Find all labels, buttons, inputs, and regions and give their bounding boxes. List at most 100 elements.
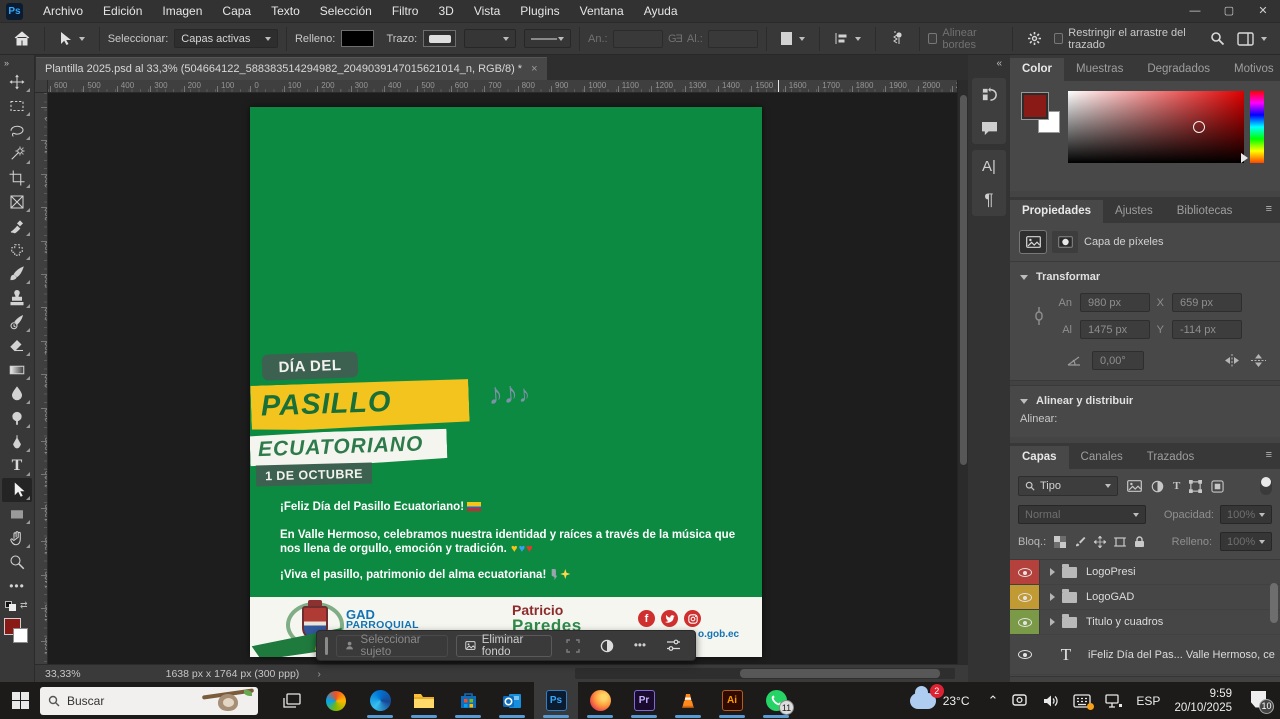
restringir-checkbox[interactable] (1054, 33, 1064, 44)
layer-row-text[interactable]: T iFeliz Día del Pas... Valle Hermoso, c… (1010, 635, 1280, 675)
tab-muestras[interactable]: Muestras (1064, 58, 1135, 81)
language-indicator[interactable]: ESP (1136, 694, 1160, 708)
minimize-button[interactable]: — (1178, 0, 1212, 22)
layer-row-titulo[interactable]: Titulo y cuadros (1010, 610, 1280, 635)
layer-row-logopresi[interactable]: LogoPresi (1010, 560, 1280, 585)
context-bar-drag-handle[interactable] (325, 637, 328, 655)
filter-smart-object-icon[interactable] (1211, 480, 1224, 493)
history-panel-icon[interactable] (979, 84, 999, 104)
visibility-toggle[interactable] (1010, 635, 1040, 674)
tab-bibliotecas[interactable]: Bibliotecas (1165, 200, 1245, 223)
eyedropper-tool[interactable] (2, 214, 32, 238)
contextual-task-bar[interactable]: Seleccionar sujeto Eliminar fondo ••• (316, 630, 696, 661)
properties-sliders-icon[interactable] (660, 633, 687, 659)
weather-widget[interactable]: 2 23°C (906, 693, 974, 709)
tab-propiedades[interactable]: Propiedades (1010, 200, 1103, 223)
gear-icon[interactable] (1021, 26, 1048, 52)
clock[interactable]: 9:59 20/10/2025 (1174, 687, 1232, 715)
outlook-icon[interactable] (490, 682, 534, 719)
more-options-icon[interactable]: ••• (628, 633, 652, 659)
color-picker-circle[interactable] (1193, 121, 1205, 133)
tab-canales[interactable]: Canales (1069, 446, 1135, 469)
hand-tool[interactable] (2, 526, 32, 550)
adjustment-icon[interactable] (594, 633, 620, 659)
color-spectrum-field[interactable] (1068, 91, 1244, 163)
layer-row-logogad[interactable]: LogoGAD (1010, 585, 1280, 610)
transform-section-header[interactable]: Transformar (1010, 262, 1280, 287)
tray-expand-icon[interactable]: ⌃ (988, 693, 999, 709)
zoom-level[interactable]: 33,33% (45, 668, 81, 680)
menu-ayuda[interactable]: Ayuda (634, 4, 688, 18)
document-tab[interactable]: Plantilla 2025.psd al 33,3% (504664122_5… (36, 57, 547, 80)
zoom-tool[interactable] (2, 550, 32, 574)
search-icon[interactable] (1204, 26, 1231, 52)
eraser-tool[interactable] (2, 334, 32, 358)
tab-capas[interactable]: Capas (1010, 446, 1069, 469)
healing-tool[interactable] (2, 238, 32, 262)
move-tool[interactable] (2, 70, 32, 94)
blur-tool[interactable] (2, 382, 32, 406)
group-expand-icon[interactable] (1050, 568, 1055, 576)
menu-edicion[interactable]: Edición (93, 4, 152, 18)
premiere-pro-icon[interactable]: Pr (622, 682, 666, 719)
foreground-background-colors[interactable] (2, 616, 32, 648)
panel-menu-icon[interactable]: ≡ (1258, 203, 1280, 223)
crop-tool[interactable] (2, 166, 32, 190)
illustrator-icon[interactable]: Ai (710, 682, 754, 719)
type-tool[interactable]: T (2, 454, 32, 478)
visibility-toggle[interactable] (1010, 585, 1040, 609)
pixel-layer-icon[interactable] (1020, 231, 1046, 253)
task-view-icon[interactable] (270, 682, 314, 719)
group-expand-icon[interactable] (1050, 618, 1055, 626)
quick-selection-tool[interactable] (2, 142, 32, 166)
lasso-tool[interactable] (2, 118, 32, 142)
hue-slider-pointer[interactable] (1241, 153, 1248, 163)
pen-tool[interactable] (2, 430, 32, 454)
menu-plugins[interactable]: Plugins (510, 4, 569, 18)
canvas-area[interactable]: DÍA DEL PASILLO ♪♪♪ ECUATORIANO 1 DE OCT… (48, 93, 957, 664)
align-section-header[interactable]: Alinear y distribuir (1010, 386, 1280, 411)
firefox-icon[interactable] (578, 682, 622, 719)
teams-meeting-icon[interactable] (1012, 693, 1029, 708)
filter-pixel-icon[interactable] (1127, 480, 1142, 492)
tab-degradados[interactable]: Degradados (1135, 58, 1222, 81)
file-explorer-icon[interactable] (402, 682, 446, 719)
paragraph-panel-icon[interactable]: ¶ (979, 190, 999, 210)
layer-filter-dropdown[interactable]: Tipo (1018, 476, 1118, 496)
flip-vertical-icon[interactable] (1251, 353, 1266, 368)
vertical-scroll-thumb[interactable] (960, 95, 967, 465)
default-swap-colors-icon[interactable]: ⇄ (2, 600, 32, 612)
menu-ventana[interactable]: Ventana (570, 4, 634, 18)
workspace-switcher-icon[interactable] (1231, 26, 1273, 52)
marquee-tool[interactable] (2, 94, 32, 118)
menu-imagen[interactable]: Imagen (152, 4, 212, 18)
tab-trazados[interactable]: Trazados (1135, 446, 1207, 469)
flip-horizontal-icon[interactable] (1223, 354, 1241, 367)
tab-motivos[interactable]: Motivos (1222, 58, 1280, 81)
dock-collapse-icon[interactable]: « (988, 55, 1010, 72)
layer-mask-icon[interactable] (1052, 231, 1078, 253)
layers-scroll-thumb[interactable] (1270, 583, 1278, 623)
more-tools[interactable]: ••• (2, 574, 32, 598)
path-arrangement-icon[interactable] (884, 26, 911, 52)
frame-tool[interactable] (2, 190, 32, 214)
menu-3d[interactable]: 3D (428, 4, 463, 18)
filter-adjustment-icon[interactable] (1151, 480, 1164, 493)
whatsapp-icon[interactable]: 11 (754, 682, 798, 719)
volume-icon[interactable] (1043, 694, 1059, 708)
network-icon[interactable] (1105, 694, 1122, 708)
path-operations-icon[interactable] (775, 26, 811, 52)
fill-swatch[interactable] (341, 30, 374, 47)
stroke-swatch[interactable] (423, 30, 456, 47)
menu-filtro[interactable]: Filtro (382, 4, 429, 18)
lock-transparent-icon[interactable] (1054, 536, 1066, 548)
start-button[interactable] (0, 682, 40, 719)
background-color-swatch[interactable] (13, 628, 28, 643)
character-panel-icon[interactable]: A| (979, 156, 999, 176)
panel-menu-icon[interactable]: ≡ (1258, 449, 1280, 469)
filter-type-icon[interactable]: T (1173, 480, 1180, 492)
dodge-tool[interactable] (2, 406, 32, 430)
vlc-icon[interactable] (666, 682, 710, 719)
lock-position-icon[interactable] (1094, 536, 1106, 548)
clone-stamp-tool[interactable] (2, 286, 32, 310)
